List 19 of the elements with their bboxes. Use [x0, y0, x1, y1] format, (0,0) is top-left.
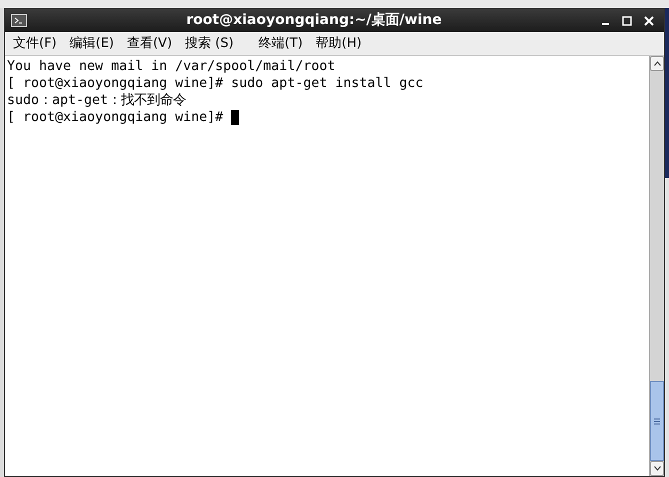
- scrollbar[interactable]: [649, 56, 664, 476]
- terminal-line: You have new mail in /var/spool/mail/root: [7, 58, 336, 75]
- menu-item[interactable]: 文件(F): [11, 34, 59, 54]
- terminal-icon: [11, 14, 27, 27]
- menu-item[interactable]: 编辑(E): [68, 34, 116, 54]
- scroll-up-button[interactable]: [650, 56, 664, 71]
- terminal-line: [ root@xiaoyongqiang wine]#: [7, 109, 224, 126]
- maximize-icon[interactable]: [622, 16, 632, 26]
- window-title: root@xiaoyongqiang:~/桌面/wine: [186, 11, 442, 30]
- terminal-line: sudo：apt-get：找不到命令: [7, 92, 186, 109]
- menu-item[interactable]: 搜索 (S): [183, 34, 236, 54]
- scroll-down-button[interactable]: [650, 461, 664, 476]
- scroll-thumb[interactable]: [650, 381, 664, 461]
- menu-item[interactable]: 终端(T): [256, 34, 305, 54]
- menu-item[interactable]: 帮助(H): [314, 34, 364, 54]
- grip-icon: [654, 418, 660, 424]
- terminal-line: [ root@xiaoyongqiang wine]# sudo apt-get install gcc: [7, 75, 424, 92]
- close-icon[interactable]: [644, 16, 654, 26]
- menu-item[interactable]: 查看(V): [124, 34, 174, 54]
